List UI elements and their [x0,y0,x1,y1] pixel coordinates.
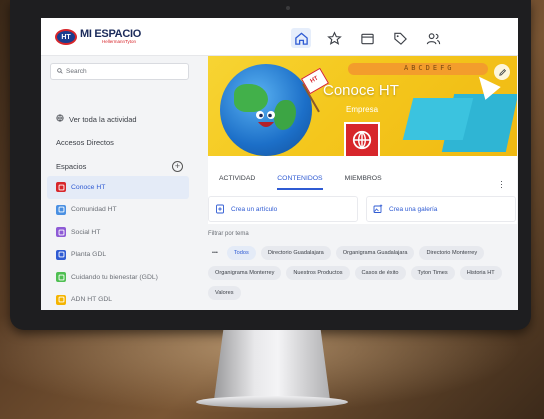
main-nav [291,28,443,48]
edit-banner-button[interactable] [494,64,510,80]
space-icon [56,182,66,193]
topic-chip[interactable]: Casos de éxito [354,266,406,280]
add-space-icon[interactable]: + [172,161,183,172]
main-content: ABCDEFG HT Conoce HT Empresa ACTIVIDAD C… [208,56,518,310]
add-document-icon [216,204,224,214]
spaces-list: Conoce HT Comunidad HT Social HT Planta GDL… [47,176,189,310]
space-label: Planta GDL [71,251,107,259]
space-icon [56,272,66,283]
star-icon[interactable] [324,28,344,48]
space-icon [56,249,66,260]
tab-actividad[interactable]: ACTIVIDAD [219,168,265,190]
space-avatar[interactable] [344,122,380,158]
sidebar: Search Ver toda la actividad Accesos Dir… [41,56,201,310]
ruler-letters: ABCDEFG [404,64,455,72]
all-activity-link[interactable]: Ver toda la actividad [56,114,137,124]
sidebar-space-item[interactable]: ADN HT GDL [47,289,189,311]
folder-icon[interactable] [357,28,377,48]
create-gallery-button[interactable]: Crea una galería [366,196,516,222]
space-subtitle: Empresa [346,105,379,114]
search-icon [57,67,63,76]
sidebar-space-item[interactable]: Planta GDL [47,244,189,267]
topic-chip[interactable]: Nuestros Productos [286,266,350,280]
home-icon[interactable] [291,28,311,48]
space-label: Comunidad HT [71,206,117,214]
logo-text: MI ESPACIO HellermannTyton [80,29,141,45]
globe-face-illustration [256,111,275,127]
topic-chip[interactable]: Todos [226,246,256,260]
space-label: Social HT [71,228,101,236]
topic-chip[interactable]: Valores [208,286,241,300]
tab-miembros[interactable]: MIEMBROS [345,168,392,190]
topic-chip[interactable]: Directorio Monterrey [419,246,485,260]
all-activity-label: Ver toda la actividad [69,114,137,124]
folder-illustration [402,98,474,140]
topic-chips: ••• Todos Directorio Guadalajara Organigram… [208,246,517,300]
sidebar-space-item[interactable]: Cuidando tu bienestar (GDL) [47,266,189,289]
space-label: Cuidando tu bienestar (GDL) [71,273,158,281]
search-input[interactable]: Search [50,63,189,80]
more-topics-icon[interactable]: ••• [208,246,222,260]
logo-mark: HT [55,29,77,45]
more-options-icon[interactable]: · · · [500,177,503,192]
webcam-dot [286,6,290,10]
pencil-icon [498,68,506,76]
space-tabs: ACTIVIDAD CONTENIDOS MIEMBROS [208,168,517,190]
sidebar-space-item[interactable]: Social HT [47,221,189,244]
topic-chip[interactable]: Organigrama Guadalajara [335,246,415,260]
tab-contenidos[interactable]: CONTENIDOS [277,168,323,190]
topic-chip[interactable]: Directorio Guadalajara [260,246,331,260]
create-gallery-label: Crea una galería [389,205,438,213]
create-article-button[interactable]: Crea un artículo [208,196,358,222]
screen: HT MI ESPACIO HellermannTyton Search Ver… [41,18,518,310]
monitor-stand [214,330,330,400]
shortcuts-header[interactable]: Accesos Directos [56,138,114,147]
flag-text: HT [309,75,320,85]
top-bar: HT MI ESPACIO HellermannTyton [41,18,518,56]
topic-chip[interactable]: Tyton Times [410,266,455,280]
create-article-label: Crea un artículo [231,205,278,213]
space-icon [56,204,66,215]
space-label: ADN HT GDL [71,296,113,304]
topic-chip[interactable]: Historia HT [459,266,502,280]
filter-title: Filtrar por tema [208,231,249,237]
globe-icon [56,114,64,124]
space-icon [56,227,66,238]
add-image-icon [373,204,383,213]
tag-icon[interactable] [390,28,410,48]
space-label: Conoce HT [71,183,106,191]
spaces-header: Espacios [56,162,87,171]
brand-logo[interactable]: HT MI ESPACIO HellermannTyton [55,26,141,48]
sidebar-space-item[interactable]: Conoce HT [47,176,189,199]
globe-icon [352,130,372,150]
space-title: Conoce HT [323,82,399,99]
sidebar-space-item[interactable]: Comunidad HT [47,199,189,222]
people-icon[interactable] [423,28,443,48]
search-placeholder: Search [66,68,87,75]
logo-subtitle: HellermannTyton [102,39,137,45]
space-avatar-inner [346,124,378,156]
monitor-stand-base [196,396,348,408]
space-icon [56,294,66,305]
topic-chip[interactable]: Organigrama Monterrey [208,266,282,280]
